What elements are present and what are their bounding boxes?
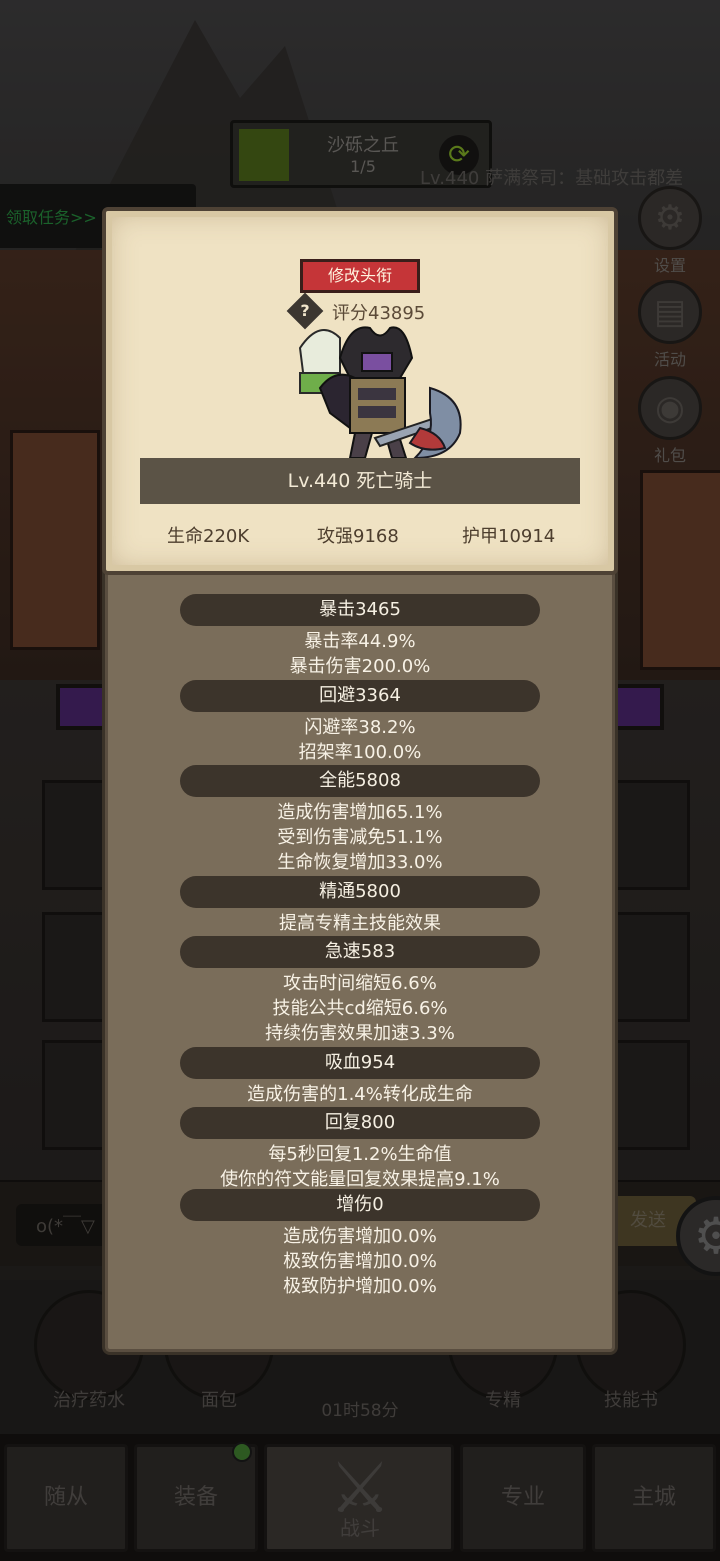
stat-line: 暴击伤害200.0%	[289, 656, 431, 677]
stat-line: 提高专精主技能效果	[279, 913, 441, 934]
stat-line: 攻击时间缩短6.6%	[283, 973, 437, 994]
death-knight-sprite	[298, 326, 462, 460]
section-evasion: 回避3364	[180, 680, 540, 712]
stat-line: 招架率100.0%	[298, 742, 422, 763]
stat-line: 暴击率44.9%	[304, 631, 416, 652]
stat-line: 使你的符文能量回复效果提高9.1%	[220, 1169, 500, 1190]
stat-line: 极致防护增加0.0%	[283, 1276, 437, 1297]
stat-line: 造成伤害增加65.1%	[277, 802, 443, 823]
stat-line: 极致伤害增加0.0%	[283, 1251, 437, 1272]
stat-line: 造成伤害增加0.0%	[283, 1226, 437, 1247]
stat-attack: 攻强9168	[317, 526, 399, 547]
section-crit: 暴击3465	[180, 594, 540, 626]
stat-line: 生命恢复增加33.0%	[277, 852, 443, 873]
stat-line: 受到伤害减免51.1%	[277, 827, 443, 848]
stat-line: 每5秒回复1.2%生命值	[268, 1144, 452, 1165]
stat-armor: 护甲10914	[462, 526, 556, 547]
section-haste: 急速583	[180, 936, 540, 968]
stat-hp: 生命220K	[167, 526, 250, 547]
section-mastery: 精通5800	[180, 876, 540, 908]
section-versatility: 全能5808	[180, 765, 540, 797]
section-damage-boost: 增伤0	[180, 1189, 540, 1221]
stat-line: 闪避率38.2%	[304, 717, 416, 738]
section-lifesteal: 吸血954	[180, 1047, 540, 1079]
stat-line: 技能公共cd缩短6.6%	[272, 998, 448, 1019]
section-regen: 回复800	[180, 1107, 540, 1139]
stat-line: 持续伤害效果加速3.3%	[265, 1023, 455, 1044]
character-name: Lv.440 死亡骑士	[140, 458, 580, 504]
rename-title-button[interactable]: 修改头衔	[300, 259, 420, 293]
stat-line: 造成伤害的1.4%转化成生命	[247, 1084, 473, 1105]
